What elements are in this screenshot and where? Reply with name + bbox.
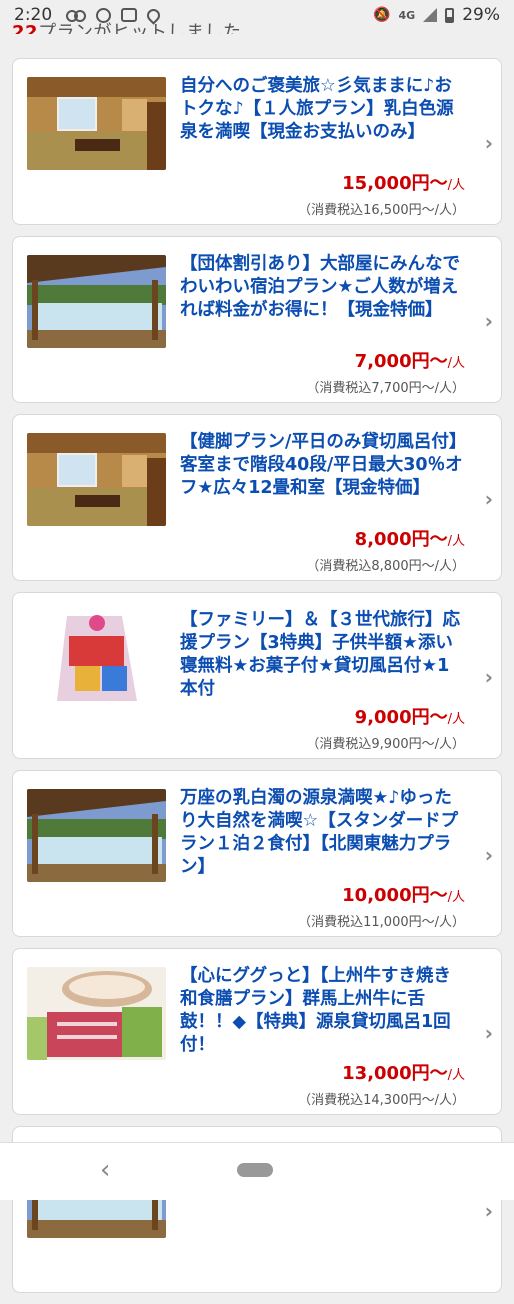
plan-thumbnail[interactable] <box>27 433 166 526</box>
plan-card[interactable]: 【団体割引あり】大部屋にみんなでわいわい宿泊プラン★ご人数が増えれば料金がお得に… <box>12 236 502 403</box>
plan-card[interactable]: 【健脚プラン/平日のみ貸切風呂付】客室まで階段40段/平日最大30％オフ★広々1… <box>12 414 502 581</box>
plan-title[interactable]: 【団体割引あり】大部屋にみんなでわいわい宿泊プラン★ご人数が増えれば料金がお得に… <box>180 253 465 345</box>
home-pill-button[interactable] <box>237 1163 273 1177</box>
plan-info: 【団体割引あり】大部屋にみんなでわいわい宿泊プラン★ご人数が増えれば料金がお得に… <box>166 253 489 402</box>
back-icon[interactable]: ‹ <box>100 1155 110 1185</box>
chevron-right-icon[interactable]: › <box>485 309 493 333</box>
plan-card[interactable]: 自分へのご褒美旅☆彡気ままに♪おトクな♪【１人旅プラン】乳白色源泉を満喫【現金お… <box>12 58 502 225</box>
plan-info: 自分へのご褒美旅☆彡気ままに♪おトクな♪【１人旅プラン】乳白色源泉を満喫【現金お… <box>166 75 489 224</box>
plan-price-unit: /人 <box>448 356 465 371</box>
battery-icon <box>445 8 454 23</box>
chevron-right-icon[interactable]: › <box>485 487 493 511</box>
plan-card[interactable]: 万座の乳白濁の源泉満喫★♪ゆったり大自然を満喫☆【スタンダードプラン１泊２食付】… <box>12 770 502 937</box>
plan-title[interactable]: 自分へのご褒美旅☆彡気ままに♪おトクな♪【１人旅プラン】乳白色源泉を満喫【現金お… <box>180 75 465 167</box>
plan-price: 10,000円〜 <box>342 885 447 906</box>
chevron-right-icon[interactable]: › <box>485 131 493 155</box>
plan-tax-price: （消費税込11,000円〜/人） <box>180 911 465 930</box>
signal-icon <box>423 8 437 22</box>
plan-price-row: 10,000円〜/人 <box>180 881 465 907</box>
plan-title[interactable]: 【心にググっと】【上州牛すき焼き和食膳プラン】群馬上州牛に舌鼓！！◆【特典】源泉… <box>180 965 465 1057</box>
plan-title[interactable]: 【ファミリー】＆【３世代旅行】応援プラン【3特典】子供半額★添い寝無料★お菓子付… <box>180 609 465 701</box>
plan-thumbnail[interactable] <box>27 611 166 704</box>
plan-info: 【ファミリー】＆【３世代旅行】応援プラン【3特典】子供半額★添い寝無料★お菓子付… <box>166 609 489 758</box>
battery-level: 29% <box>462 5 500 25</box>
plan-price: 7,000円〜 <box>355 351 448 372</box>
plan-info: 【心にググっと】【上州牛すき焼き和食膳プラン】群馬上州牛に舌鼓！！◆【特典】源泉… <box>166 965 489 1114</box>
plan-price-row: 15,000円〜/人 <box>180 169 465 195</box>
plan-price: 9,000円〜 <box>355 707 448 728</box>
mute-icon: 🔕 <box>373 7 390 23</box>
chevron-right-icon[interactable]: › <box>485 843 493 867</box>
plan-info: 万座の乳白濁の源泉満喫★♪ゆったり大自然を満喫☆【スタンダードプラン１泊２食付】… <box>166 787 489 936</box>
chevron-right-icon[interactable]: › <box>485 1199 493 1223</box>
plan-price: 8,000円〜 <box>355 529 448 550</box>
plan-tax-price: （消費税込9,900円〜/人） <box>180 733 465 752</box>
plan-price-unit: /人 <box>448 178 465 193</box>
plan-list: 自分へのご褒美旅☆彡気ままに♪おトクな♪【１人旅プラン】乳白色源泉を満喫【現金お… <box>12 58 502 1304</box>
plan-price: 13,000円〜 <box>342 1063 447 1084</box>
result-count-text: プランがヒットしました <box>38 22 242 34</box>
plan-title[interactable]: 【健脚プラン/平日のみ貸切風呂付】客室まで階段40段/平日最大30％オフ★広々1… <box>180 431 465 523</box>
plan-tax-price: （消費税込7,700円〜/人） <box>180 377 465 396</box>
plan-price-unit: /人 <box>448 534 465 549</box>
plan-price-unit: /人 <box>448 890 465 905</box>
plan-thumbnail[interactable] <box>27 255 166 348</box>
plan-price: 15,000円〜 <box>342 173 447 194</box>
plan-thumbnail[interactable] <box>27 77 166 170</box>
plan-tax-price: （消費税込8,800円〜/人） <box>180 555 465 574</box>
result-count: 22 <box>12 22 38 34</box>
plan-price-row: 13,000円〜/人 <box>180 1059 465 1085</box>
android-nav-bar: ‹ <box>0 1142 514 1200</box>
plan-tax-price: （消費税込14,300円〜/人） <box>180 1089 465 1108</box>
chevron-right-icon[interactable]: › <box>485 1021 493 1045</box>
plan-price-row: 7,000円〜/人 <box>180 347 465 373</box>
plan-price-row: 9,000円〜/人 <box>180 703 465 729</box>
plan-price-unit: /人 <box>448 1068 465 1083</box>
plan-price-row: 8,000円〜/人 <box>180 525 465 551</box>
network-type: 4G <box>399 9 416 22</box>
plan-thumbnail[interactable] <box>27 967 166 1060</box>
chevron-right-icon[interactable]: › <box>485 665 493 689</box>
plan-thumbnail[interactable] <box>27 789 166 882</box>
plan-card[interactable]: 【心にググっと】【上州牛すき焼き和食膳プラン】群馬上州牛に舌鼓！！◆【特典】源泉… <box>12 948 502 1115</box>
plan-tax-price: （消費税込16,500円〜/人） <box>180 199 465 218</box>
result-count-header: 22プランがヒットしました <box>12 18 242 34</box>
plan-title[interactable]: 万座の乳白濁の源泉満喫★♪ゆったり大自然を満喫☆【スタンダードプラン１泊２食付】… <box>180 787 465 879</box>
plan-info: 【健脚プラン/平日のみ貸切風呂付】客室まで階段40段/平日最大30％オフ★広々1… <box>166 431 489 580</box>
plan-card[interactable]: 【ファミリー】＆【３世代旅行】応援プラン【3特典】子供半額★添い寝無料★お菓子付… <box>12 592 502 759</box>
plan-price-unit: /人 <box>448 712 465 727</box>
